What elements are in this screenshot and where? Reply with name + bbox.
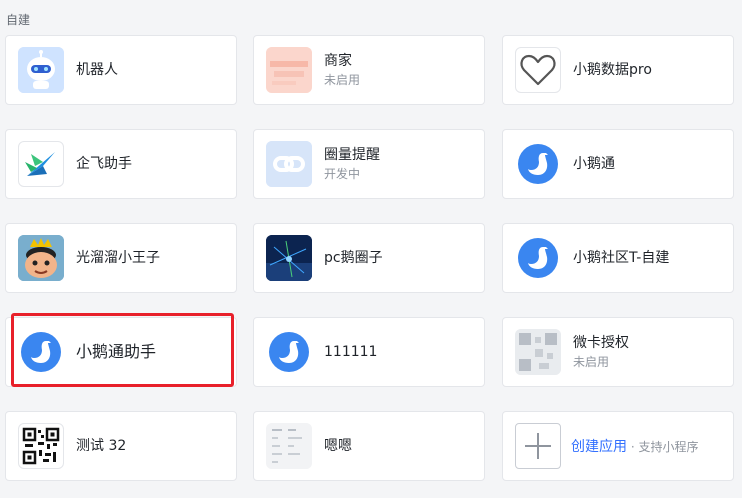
qr-code-icon bbox=[18, 423, 64, 469]
merchant-icon bbox=[266, 47, 312, 93]
app-name: 111111 bbox=[324, 344, 378, 360]
app-name: 微卡授权 bbox=[573, 335, 629, 351]
network-image-icon bbox=[266, 235, 312, 281]
robot-icon bbox=[18, 47, 64, 93]
plane-arrow-icon bbox=[18, 141, 64, 187]
qr-blurred-icon bbox=[515, 329, 561, 375]
app-card-qifei-assistant[interactable]: 企飞助手 bbox=[5, 129, 237, 199]
app-card-weika-auth[interactable]: 微卡授权 未启用 bbox=[502, 317, 734, 387]
create-app-card[interactable]: 创建应用 · 支持小程序 bbox=[502, 411, 734, 481]
app-name: 商家 bbox=[324, 53, 352, 69]
app-card-goose-data-pro[interactable]: 小鹅数据pro bbox=[502, 35, 734, 105]
app-card-xiaoetong[interactable]: 小鹅通 bbox=[502, 129, 734, 199]
app-card-little-prince[interactable]: 光溜溜小王子 bbox=[5, 223, 237, 293]
app-name: 嗯嗯 bbox=[324, 438, 352, 454]
plus-icon bbox=[515, 423, 561, 469]
prince-avatar-icon bbox=[18, 235, 64, 281]
goose-icon bbox=[515, 235, 561, 281]
app-name: 小鹅通助手 bbox=[76, 342, 157, 361]
app-name: pc鹅圈子 bbox=[324, 250, 383, 266]
app-name: 小鹅数据pro bbox=[573, 62, 652, 78]
goose-icon bbox=[266, 329, 312, 375]
app-card-quanliang-reminder[interactable]: 圈量提醒 开发中 bbox=[253, 129, 485, 199]
app-card-xiaoetong-assistant[interactable]: 小鹅通助手 bbox=[5, 317, 237, 387]
goose-icon bbox=[515, 141, 561, 187]
create-app-hint: · 支持小程序 bbox=[627, 440, 699, 454]
app-name: 机器人 bbox=[76, 62, 118, 78]
app-card-goose-community[interactable]: 小鹅社区T-自建 bbox=[502, 223, 734, 293]
app-status: 未启用 bbox=[573, 355, 610, 369]
app-card-robot[interactable]: 机器人 bbox=[5, 35, 237, 105]
create-app-link[interactable]: 创建应用 bbox=[571, 439, 627, 455]
app-status: 开发中 bbox=[324, 167, 361, 181]
document-thumb-icon bbox=[266, 423, 312, 469]
app-name: 小鹅通 bbox=[573, 156, 615, 172]
section-label: 自建 bbox=[6, 13, 31, 27]
app-name: 光溜溜小王子 bbox=[76, 250, 160, 266]
app-card-pc-goose-circle[interactable]: pc鹅圈子 bbox=[253, 223, 485, 293]
heart-icon bbox=[515, 47, 561, 93]
app-card-merchant[interactable]: 商家 未启用 bbox=[253, 35, 485, 105]
app-name: 测试 32 bbox=[76, 438, 127, 454]
link-chain-icon bbox=[266, 141, 312, 187]
app-name: 小鹅社区T-自建 bbox=[573, 250, 670, 266]
app-name: 圈量提醒 bbox=[324, 147, 380, 163]
app-name: 企飞助手 bbox=[76, 156, 132, 172]
app-status: 未启用 bbox=[324, 73, 361, 87]
app-card-111111[interactable]: 111111 bbox=[253, 317, 485, 387]
app-card-test-32[interactable]: 测试 32 bbox=[5, 411, 237, 481]
app-card-enen[interactable]: 嗯嗯 bbox=[253, 411, 485, 481]
goose-icon bbox=[18, 329, 64, 375]
